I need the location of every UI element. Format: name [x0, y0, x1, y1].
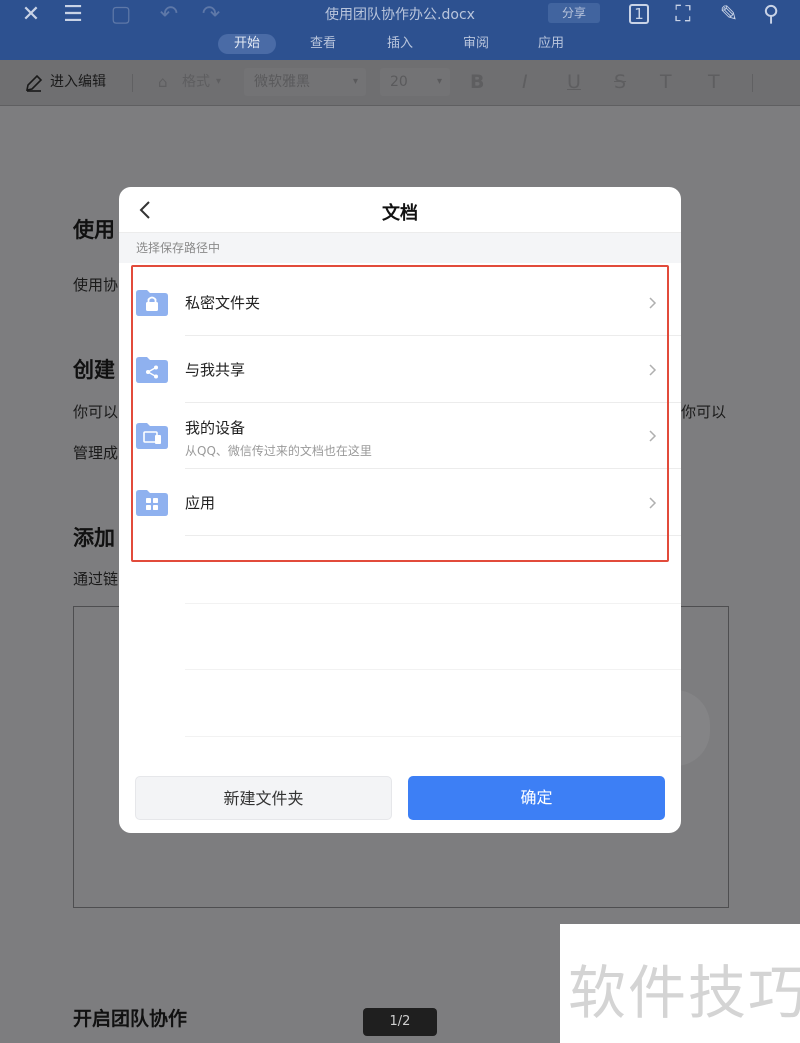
superscript-button[interactable]: T [660, 70, 672, 94]
row-divider [185, 736, 681, 737]
dialog-title: 文档 [382, 203, 418, 224]
highlight-annotation-box [131, 265, 669, 562]
chevron-down-icon: ▾ [216, 76, 222, 87]
page-indicator: 1/2 [363, 1008, 437, 1036]
page-view-icon[interactable]: 1 [629, 4, 649, 24]
tab-start[interactable]: 开始 [218, 34, 276, 54]
row-divider [185, 603, 681, 604]
doc-paragraph-3: 管理成 [73, 444, 119, 462]
font-name-select[interactable]: 微软雅黑 ▾ [244, 68, 366, 96]
format-button[interactable]: 格式 [182, 70, 210, 94]
doc-paragraph-1: 使用协 [73, 276, 119, 294]
doc-paragraph-2-right: 你可以 [681, 403, 727, 421]
doc-heading-3: 添加 [73, 526, 115, 550]
format-brush-icon: ⌂ [158, 73, 168, 91]
save-icon[interactable]: ▢ [108, 2, 134, 28]
watermark-text: 软件技巧 [568, 959, 800, 1027]
strikethrough-button[interactable]: S [614, 70, 626, 94]
underline-button[interactable]: U [567, 70, 581, 94]
bold-button[interactable]: B [470, 70, 484, 94]
tab-view[interactable]: 查看 [300, 34, 346, 54]
undo-icon[interactable]: ↶ [156, 2, 182, 28]
tab-apps[interactable]: 应用 [528, 34, 574, 54]
new-folder-button[interactable]: 新建文件夹 [135, 776, 392, 820]
font-size-value: 20 [390, 74, 408, 90]
redo-icon[interactable]: ↷ [198, 2, 224, 28]
format-toolbar: 进入编辑 ⌂ 格式 ▾ 微软雅黑 ▾ 20 ▾ B I U S T T [0, 60, 800, 106]
tab-insert[interactable]: 插入 [377, 34, 423, 54]
doc-paragraph-2: 你可以 [73, 403, 119, 421]
tab-review[interactable]: 审阅 [453, 34, 499, 54]
chevron-down-icon: ▾ [352, 76, 358, 87]
subscript-button[interactable]: T [708, 70, 720, 94]
menu-icon[interactable]: ☰ [60, 2, 86, 28]
pen-icon[interactable]: ✎ [716, 2, 742, 28]
row-divider [185, 669, 681, 670]
toolbar-divider [752, 74, 753, 92]
search-icon[interactable]: ⚲ [758, 2, 784, 28]
font-size-select[interactable]: 20 ▾ [380, 68, 450, 96]
confirm-button[interactable]: 确定 [408, 776, 665, 820]
enter-edit-button[interactable]: 进入编辑 [50, 70, 106, 94]
edit-pencil-icon [25, 74, 43, 92]
doc-heading-2: 创建 [73, 358, 115, 382]
italic-button[interactable]: I [522, 70, 528, 94]
share-button[interactable]: 分享 [548, 3, 600, 23]
document-title: 使用团队协作办公.docx [325, 7, 475, 23]
doc-heading-1: 使用 [73, 218, 115, 242]
close-icon[interactable]: ✕ [18, 2, 44, 28]
fullscreen-icon[interactable]: ⛶ [670, 2, 696, 28]
path-hint: 选择保存路径中 [119, 233, 681, 263]
dialog-header: 文档 [119, 187, 681, 233]
watermark: 软件技巧 [560, 924, 800, 1043]
doc-heading-4: 开启团队协作 [73, 1008, 188, 1030]
title-bar: ✕ ☰ ▢ ↶ ↷ 使用团队协作办公.docx 分享 1 ⛶ ✎ ⚲ 开始 查看… [0, 0, 800, 60]
font-name-value: 微软雅黑 [254, 74, 310, 90]
chevron-down-icon: ▾ [436, 76, 442, 87]
doc-paragraph-4: 通过链 [73, 570, 119, 588]
toolbar-divider [132, 74, 133, 92]
